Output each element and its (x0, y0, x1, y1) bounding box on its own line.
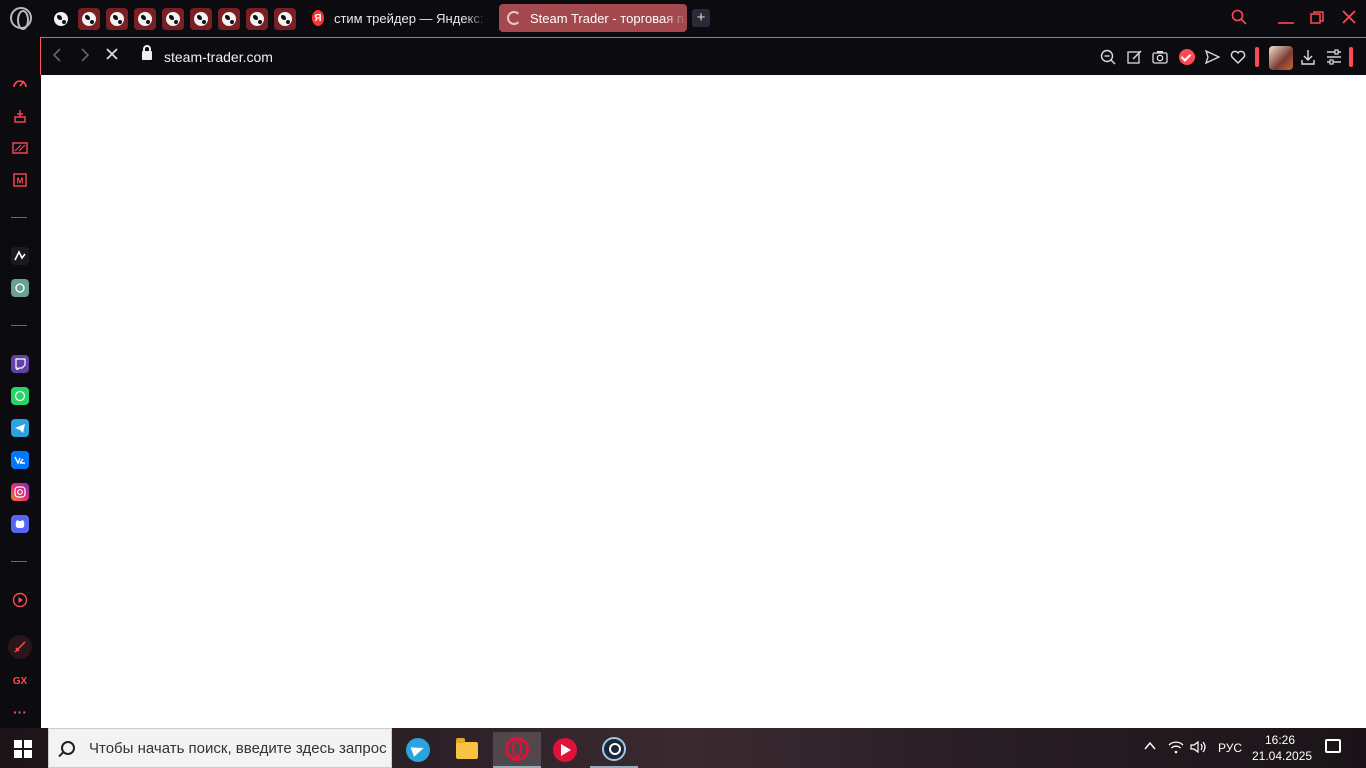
taskbar-opera-gx[interactable] (493, 732, 541, 768)
steam-icon (602, 737, 626, 761)
vk-icon[interactable] (11, 451, 29, 469)
globe-icon (194, 12, 208, 26)
back-button[interactable] (51, 47, 63, 68)
easy-setup-menu-icon[interactable] (1326, 49, 1342, 65)
folder-icon (456, 737, 478, 759)
player-icon[interactable] (11, 591, 29, 609)
search-icon (61, 741, 75, 755)
more-icon[interactable]: ··· (11, 703, 29, 721)
globe-icon (110, 12, 124, 26)
sidebar-divider (11, 325, 27, 326)
chevron-up-icon[interactable] (1143, 740, 1157, 755)
media-player-icon (553, 738, 577, 762)
heart-icon[interactable] (1230, 49, 1246, 65)
globe-icon (166, 12, 180, 26)
globe-icon (138, 12, 152, 26)
tab-yandex-search[interactable]: Я стим трейдер — Яндекс: нашлось (312, 4, 488, 32)
pinned-tab[interactable] (274, 8, 296, 30)
address-bar: steam-trader.com (40, 37, 1366, 75)
pinned-tab[interactable] (246, 8, 268, 30)
globe-icon (278, 12, 292, 26)
windows-start-button[interactable] (14, 740, 32, 758)
clock[interactable]: 16:26 21.04.2025 (1252, 732, 1313, 764)
telegram-icon[interactable] (11, 419, 29, 437)
avatar[interactable] (1269, 46, 1293, 70)
pinned-tab[interactable] (190, 8, 212, 30)
volume-icon[interactable] (1190, 740, 1208, 757)
pinned-tab[interactable] (218, 8, 240, 30)
clock-date: 21.04.2025 (1252, 749, 1313, 763)
sidebar: M GX ··· (0, 70, 40, 728)
taskbar-steam[interactable] (590, 732, 638, 768)
whatsapp-icon[interactable] (11, 387, 29, 405)
no-draw-icon[interactable] (8, 635, 32, 659)
ad-blocker-icon[interactable] (1179, 49, 1195, 65)
gx-control-icon[interactable] (11, 139, 29, 157)
pinned-tab[interactable] (134, 8, 156, 30)
send-icon[interactable] (1204, 49, 1221, 65)
tab-bar: Я стим трейдер — Яндекс: нашлось Steam T… (0, 0, 1366, 37)
pinned-tab[interactable] (106, 8, 128, 30)
sidebar-divider (11, 561, 27, 562)
globe-icon (222, 12, 236, 26)
taskbar: Чтобы начать поиск, введите здесь запрос… (0, 728, 1366, 768)
yandex-icon: Я (312, 10, 324, 26)
zoom-out-icon[interactable] (1100, 49, 1116, 65)
easy-setup-icon[interactable] (11, 107, 29, 125)
wifi-icon[interactable] (1168, 740, 1184, 757)
chatgpt-icon[interactable] (11, 279, 29, 297)
camera-icon[interactable] (1152, 49, 1168, 65)
language-indicator[interactable]: РУС (1218, 741, 1242, 755)
tab-title: Steam Trader - торговая площадка (530, 10, 687, 26)
taskbar-search[interactable]: Чтобы начать поиск, введите здесь запрос (48, 728, 392, 768)
forward-button[interactable] (79, 47, 91, 68)
opera-gx-icon (505, 737, 529, 761)
twitch-icon[interactable] (11, 355, 29, 373)
search-tabs-icon[interactable] (1231, 9, 1247, 30)
tab-title: стим трейдер — Яндекс: нашлось (333, 10, 488, 26)
edit-icon[interactable] (1127, 49, 1143, 65)
pinned-tab[interactable] (50, 8, 72, 30)
close-button[interactable] (1342, 8, 1356, 29)
svg-text:M: M (17, 177, 24, 186)
download-icon[interactable] (1300, 49, 1316, 65)
stop-loading-button[interactable] (104, 46, 120, 67)
tab-steam-trader[interactable]: Steam Trader - торговая площадка (499, 4, 687, 32)
discord-icon[interactable] (11, 515, 29, 533)
page-content[interactable] (41, 75, 1366, 728)
lock-icon[interactable] (142, 45, 152, 60)
pinned-tab[interactable] (78, 8, 100, 30)
taskbar-file-explorer[interactable] (443, 732, 491, 768)
opera-menu-icon[interactable] (10, 7, 32, 30)
aria-icon[interactable] (11, 247, 29, 265)
pinned-tab[interactable] (162, 8, 184, 30)
minimize-button[interactable] (1278, 9, 1294, 30)
speed-dial-icon[interactable] (11, 75, 29, 93)
instagram-icon[interactable] (11, 483, 29, 501)
globe-icon (54, 12, 68, 26)
loading-spinner-icon (507, 11, 521, 25)
globe-icon (250, 12, 264, 26)
clock-time: 16:26 (1264, 733, 1296, 747)
taskbar-telegram[interactable] (394, 732, 442, 768)
toolbar-separator (1349, 47, 1353, 67)
gx-label[interactable]: GX (11, 672, 29, 690)
new-tab-button[interactable]: + (692, 9, 710, 27)
globe-icon (82, 12, 96, 26)
search-placeholder: Чтобы начать поиск, введите здесь запрос (89, 739, 387, 757)
restore-button[interactable] (1310, 9, 1324, 30)
url-field[interactable]: steam-trader.com (164, 49, 273, 65)
notifications-icon[interactable] (1325, 739, 1341, 753)
toolbar-separator (1255, 47, 1259, 67)
gx-corner-icon[interactable]: M (11, 171, 29, 189)
telegram-icon (406, 738, 430, 762)
taskbar-media-player[interactable] (541, 732, 589, 768)
sidebar-divider (11, 217, 27, 218)
